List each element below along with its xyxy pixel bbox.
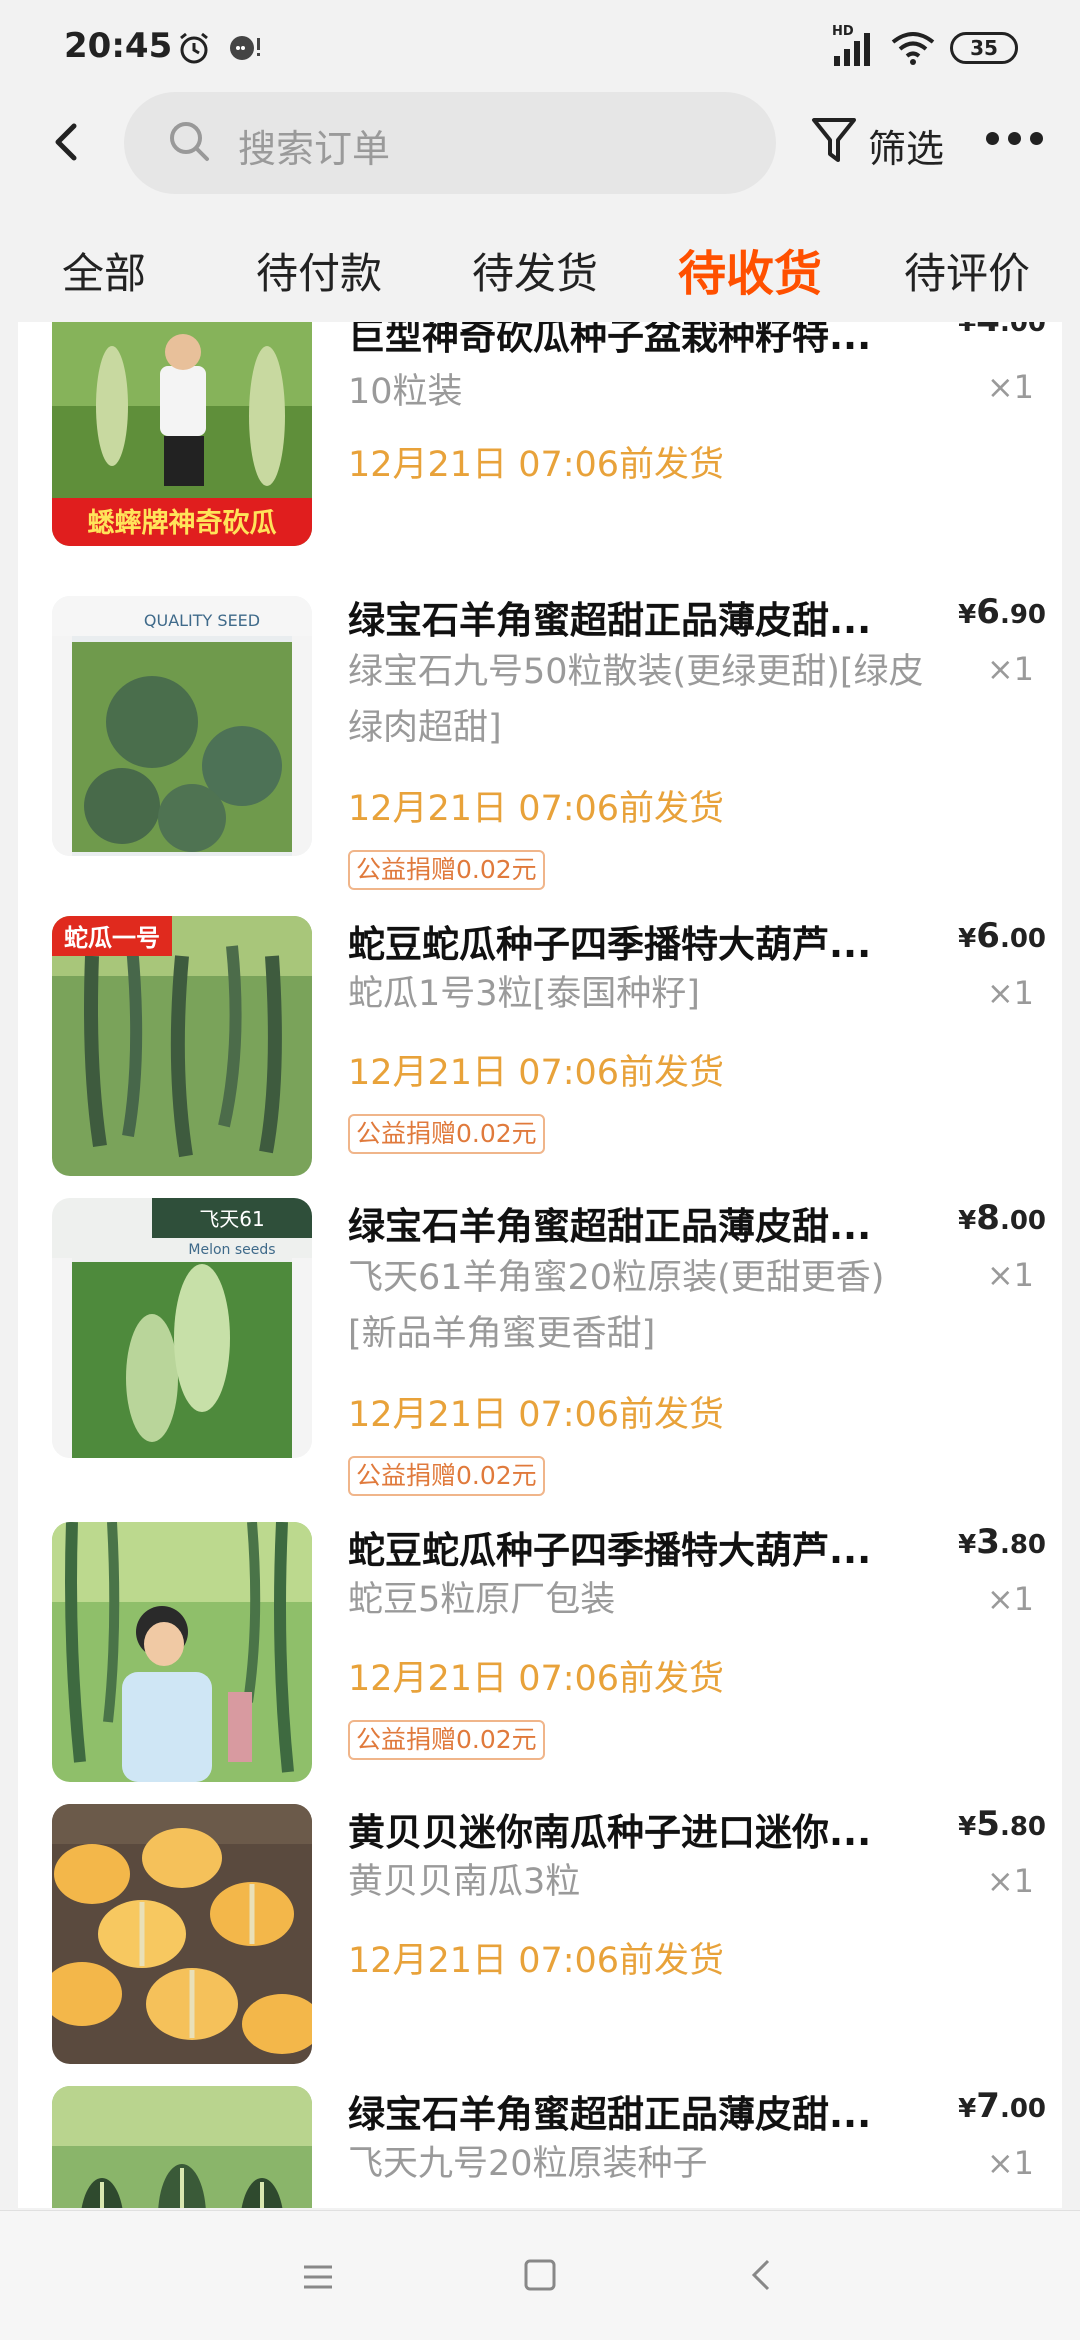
- search-icon: [170, 122, 209, 161]
- charity-badge: 公益捐赠0.02元: [348, 1720, 545, 1760]
- item-quantity: ×1: [986, 368, 1034, 406]
- product-thumbnail[interactable]: [52, 1522, 312, 1782]
- product-title: 蛇豆蛇瓜种子四季播特大葫芦...: [348, 923, 872, 966]
- product-image: [52, 1804, 312, 2064]
- filter-button[interactable]: 筛选: [810, 110, 960, 174]
- tab-all[interactable]: 全部: [62, 240, 146, 301]
- shipping-deadline: 12月21日 07:06前发货: [348, 789, 725, 829]
- product-title: 巨型神奇砍瓜种子盆栽种籽特...: [348, 322, 872, 358]
- seed-pack-subtitle: Melon seeds: [188, 1242, 275, 1258]
- product-image: QUALITY SEED: [52, 596, 312, 856]
- item-price: ¥6.90: [958, 592, 1046, 632]
- more-options-icon[interactable]: [980, 118, 1050, 162]
- tab-pending-shipment[interactable]: 待发货: [472, 240, 598, 301]
- product-title: 蛇豆蛇瓜种子四季播特大葫芦...: [348, 1529, 872, 1572]
- filter-label: 筛选: [868, 127, 945, 171]
- product-spec: 蛇瓜1号3粒[泰国种籽]: [348, 974, 700, 1014]
- shipping-deadline: 12月21日 07:06前发货: [348, 1941, 725, 1981]
- tab-pending-receipt[interactable]: 待收货: [678, 234, 822, 304]
- charity-badge: 公益捐赠0.02元: [348, 1456, 545, 1496]
- thumbnail-caption: 蟋蟀牌神奇砍瓜: [88, 508, 277, 539]
- product-thumbnail[interactable]: 飞天61 Melon seeds: [52, 1198, 312, 1458]
- charity-badge: 公益捐赠0.02元: [348, 1114, 545, 1154]
- charity-badge: 公益捐赠0.02元: [348, 850, 545, 890]
- thumbnail-caption: 蛇瓜一号: [64, 924, 160, 952]
- product-spec: 飞天61羊角蜜20粒原装(更甜更香)[新品羊角蜜更香甜]: [348, 1258, 885, 1354]
- product-image: [52, 1522, 312, 1782]
- product-spec: 绿宝石九号50粒散装(更绿更甜)[绿皮绿肉超甜]: [348, 652, 924, 748]
- product-thumbnail[interactable]: 蛇瓜一号: [52, 916, 312, 1176]
- product-title: 黄贝贝迷你南瓜种子进口迷你...: [348, 1811, 872, 1854]
- product-image: 飞天61 Melon seeds: [52, 1198, 312, 1458]
- list-item[interactable]: 蟋蟀牌神奇砍瓜 巨型神奇砍瓜种子盆栽种籽特... 10粒装 12月21日 07:…: [18, 322, 1062, 576]
- product-title: 绿宝石羊角蜜超甜正品薄皮甜...: [348, 2093, 872, 2136]
- alarm-icon: [180, 32, 208, 64]
- signal-icon: [834, 33, 870, 66]
- list-item[interactable]: QUALITY SEED 绿宝石羊角蜜超甜正品薄皮甜... 绿宝石九号50粒散装…: [18, 592, 1062, 890]
- list-item[interactable]: 蛇豆蛇瓜种子四季播特大葫芦... 蛇豆5粒原厂包装 12月21日 07:06前发…: [18, 1522, 1062, 1792]
- wifi-icon: [891, 32, 935, 65]
- filter-icon: [812, 118, 856, 162]
- notification-icon: [230, 36, 260, 60]
- battery-indicator: 35: [950, 32, 1018, 64]
- product-spec: 10粒装: [348, 372, 463, 412]
- order-status-tabs: 全部 待付款 待发货 待收货 待评价: [0, 232, 1080, 316]
- product-thumbnail[interactable]: [52, 1804, 312, 2064]
- shipping-deadline: 12月21日 07:06前发货: [348, 445, 725, 485]
- item-quantity: ×1: [986, 1862, 1034, 1900]
- tab-pending-review[interactable]: 待评价: [904, 240, 1030, 301]
- header-bar: 搜索订单 筛选: [0, 92, 1080, 202]
- recent-apps-icon[interactable]: [298, 2257, 338, 2297]
- nav-back-icon[interactable]: [742, 2255, 782, 2295]
- item-quantity: ×1: [986, 1580, 1034, 1618]
- shipping-deadline: 12月21日 07:06前发货: [348, 1659, 725, 1699]
- product-title: 绿宝石羊角蜜超甜正品薄皮甜...: [348, 599, 872, 642]
- product-thumbnail[interactable]: QUALITY SEED: [52, 596, 312, 856]
- order-item-list: 蟋蟀牌神奇砍瓜 巨型神奇砍瓜种子盆栽种籽特... 10粒装 12月21日 07:…: [18, 322, 1062, 2208]
- product-image: 蛇瓜一号: [52, 916, 312, 1176]
- seed-pack-label: 飞天61: [199, 1207, 264, 1231]
- tab-pending-payment[interactable]: 待付款: [256, 240, 382, 301]
- status-time: 20:45: [64, 26, 173, 66]
- seed-pack-label: QUALITY SEED: [144, 611, 260, 630]
- product-spec: 蛇豆5粒原厂包装: [348, 1580, 616, 1620]
- order-list-screen: 20:45 HD 35 搜索订单 筛选 全部 待付款 待发货 待收货 待评价 蟋…: [0, 0, 1080, 2340]
- item-quantity: ×1: [986, 1256, 1034, 1294]
- search-placeholder: 搜索订单: [238, 127, 391, 171]
- product-image: 蟋蟀牌神奇砍瓜: [52, 322, 312, 546]
- system-navigation-bar: [0, 2210, 1080, 2340]
- status-bar: 20:45 HD 35: [0, 0, 1080, 92]
- item-price: ¥4.00: [958, 322, 1046, 340]
- product-image: [52, 2086, 312, 2208]
- item-quantity: ×1: [986, 974, 1034, 1012]
- item-price: ¥8.00: [958, 1198, 1046, 1238]
- item-price: ¥3.80: [958, 1522, 1046, 1562]
- item-price: ¥5.80: [958, 1804, 1046, 1844]
- back-arrow-icon[interactable]: [36, 112, 96, 172]
- product-title: 绿宝石羊角蜜超甜正品薄皮甜...: [348, 1205, 872, 1248]
- product-thumbnail[interactable]: [52, 2086, 312, 2208]
- list-item[interactable]: 蛇瓜一号 蛇豆蛇瓜种子四季播特大葫芦... 蛇瓜1号3粒[泰国种籽] 12月21…: [18, 916, 1062, 1186]
- search-input[interactable]: 搜索订单: [124, 92, 776, 194]
- shipping-deadline: 12月21日 07:06前发货: [348, 1395, 725, 1435]
- shipping-deadline: 12月21日 07:06前发货: [348, 1053, 725, 1093]
- item-price: ¥7.00: [958, 2086, 1046, 2126]
- product-spec: 飞天九号20粒原装种子: [348, 2144, 708, 2184]
- item-price: ¥6.00: [958, 916, 1046, 956]
- list-item[interactable]: 飞天61 Melon seeds 绿宝石羊角蜜超甜正品薄皮甜... 飞天61羊角…: [18, 1198, 1062, 1528]
- list-item[interactable]: 绿宝石羊角蜜超甜正品薄皮甜... 飞天九号20粒原装种子 ¥7.00 ×1: [18, 2086, 1062, 2208]
- item-quantity: ×1: [986, 2144, 1034, 2182]
- product-spec: 黄贝贝南瓜3粒: [348, 1862, 581, 1902]
- home-icon[interactable]: [520, 2255, 560, 2295]
- product-thumbnail[interactable]: 蟋蟀牌神奇砍瓜: [52, 322, 312, 546]
- list-item[interactable]: 黄贝贝迷你南瓜种子进口迷你... 黄贝贝南瓜3粒 12月21日 07:06前发货…: [18, 1804, 1062, 2074]
- item-quantity: ×1: [986, 650, 1034, 688]
